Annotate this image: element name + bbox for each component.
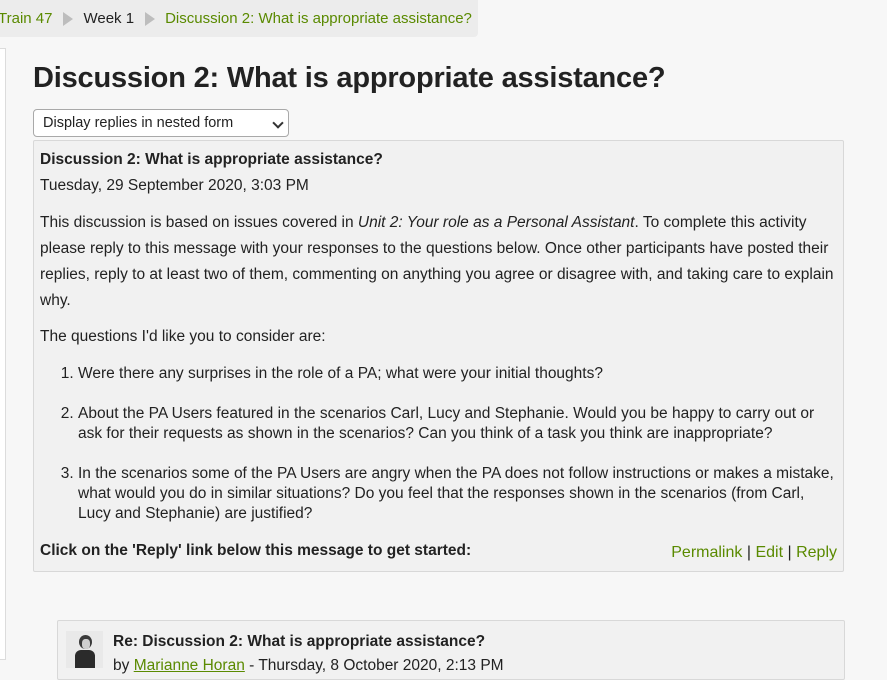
edit-link[interactable]: Edit bbox=[755, 544, 783, 561]
reply-byline: by Marianne Horan - Thursday, 8 October … bbox=[113, 657, 504, 675]
permalink-link[interactable]: Permalink bbox=[671, 544, 742, 561]
display-mode-select[interactable]: Display replies in nested form bbox=[33, 109, 289, 137]
questions-intro: The questions I'd like you to consider a… bbox=[40, 328, 326, 345]
reply-subject: Re: Discussion 2: What is appropriate as… bbox=[113, 633, 486, 650]
question-item: In the scenarios some of the PA Users ar… bbox=[78, 464, 840, 524]
chevron-down-icon bbox=[272, 117, 284, 129]
avatar[interactable] bbox=[66, 631, 103, 668]
breadcrumb-course-link[interactable]: Train 47 bbox=[0, 10, 52, 27]
post-intro-unit: Unit 2: Your role as a Personal Assistan… bbox=[357, 214, 635, 231]
discussion-post: Discussion 2: What is appropriate assist… bbox=[33, 140, 844, 572]
question-item: About the PA Users featured in the scena… bbox=[78, 404, 840, 444]
post-intro: This discussion is based on issues cover… bbox=[40, 210, 840, 314]
post-actions: Permalink | Edit | Reply bbox=[671, 544, 837, 562]
reply-link[interactable]: Reply bbox=[796, 544, 837, 561]
left-drawer-edge bbox=[0, 48, 6, 660]
page-title: Discussion 2: What is appropriate assist… bbox=[33, 62, 666, 94]
breadcrumb-week[interactable]: Week 1 bbox=[83, 10, 134, 27]
post-subject: Discussion 2: What is appropriate assist… bbox=[40, 151, 383, 168]
post-body: This discussion is based on issues cover… bbox=[40, 210, 840, 564]
questions-list: Were there any surprises in the role of … bbox=[40, 364, 840, 524]
display-mode-selected: Display replies in nested form bbox=[43, 115, 234, 131]
breadcrumb-current-discussion[interactable]: Discussion 2: What is appropriate assist… bbox=[165, 10, 472, 27]
breadcrumb-separator-icon bbox=[145, 11, 156, 26]
post-date: Tuesday, 29 September 2020, 3:03 PM bbox=[40, 177, 309, 194]
action-separator: | bbox=[787, 544, 792, 561]
question-item: Were there any surprises in the role of … bbox=[78, 364, 840, 384]
action-separator: | bbox=[746, 544, 751, 561]
reply-post: Re: Discussion 2: What is appropriate as… bbox=[57, 620, 845, 680]
post-intro-text: This discussion is based on issues cover… bbox=[40, 214, 358, 231]
breadcrumb: Train 47 Week 1 Discussion 2: What is ap… bbox=[0, 0, 478, 37]
breadcrumb-separator-icon bbox=[63, 11, 74, 26]
